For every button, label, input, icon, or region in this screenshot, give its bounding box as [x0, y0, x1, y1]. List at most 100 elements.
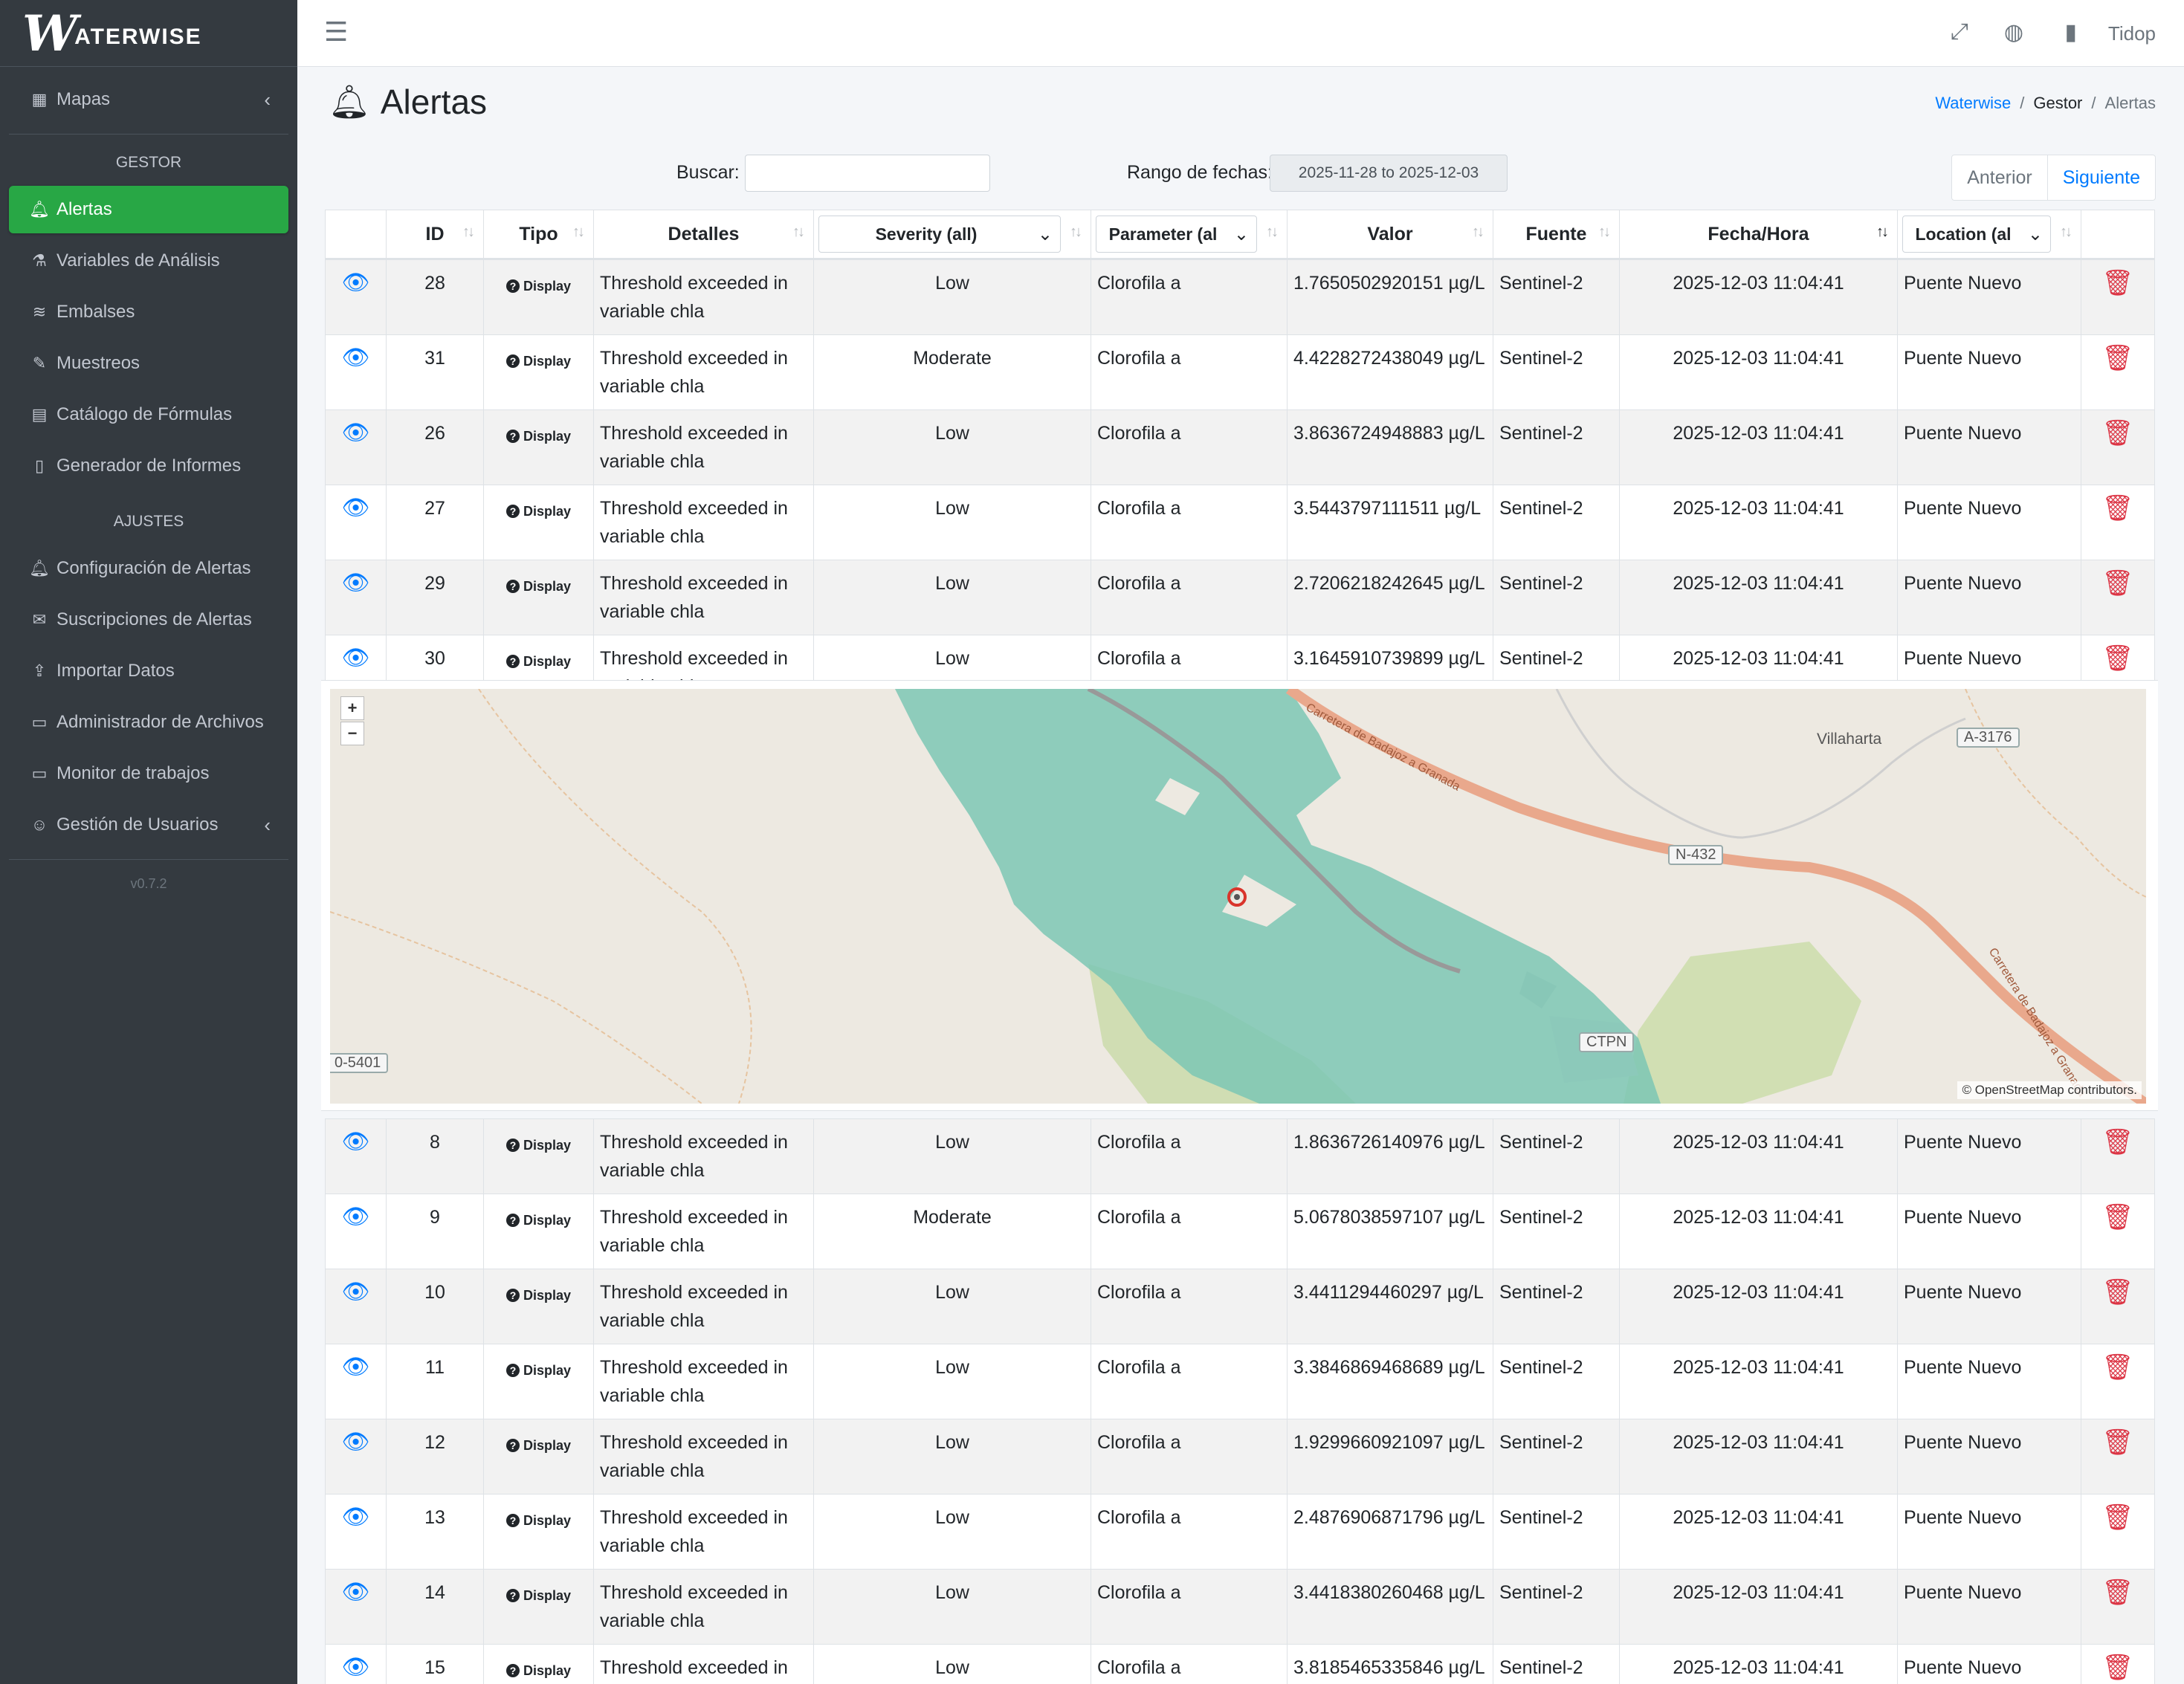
sidebar-item-suscripciones[interactable]: ✉ Suscripciones de Alertas — [9, 596, 288, 644]
section-header-gestor: GESTOR — [115, 154, 182, 171]
display-badge[interactable]: ? Display — [505, 572, 571, 600]
trash-icon[interactable]: 🗑︎ — [2101, 569, 2133, 598]
cell-valor: 1.8636726140976 µg/L — [1287, 1118, 1493, 1194]
sidebar-item-label: Suscripciones de Alertas — [56, 609, 252, 629]
zoom-in-button[interactable]: + — [340, 696, 364, 720]
sort-icon[interactable]: ↑↓ — [2060, 218, 2072, 246]
cell-parameter: Clorofila a — [1091, 1118, 1288, 1194]
trash-icon[interactable]: 🗑︎ — [2101, 1578, 2133, 1607]
sidebar-item-muestreos[interactable]: ✎ Muestreos — [9, 340, 288, 387]
eye-icon[interactable]: 👁︎ — [341, 496, 369, 520]
col-header-valor[interactable]: Valor ↑↓ — [1287, 210, 1493, 260]
display-badge[interactable]: ? Display — [505, 347, 571, 375]
cell-tipo: ? Display — [483, 334, 594, 410]
eye-icon[interactable]: 👁︎ — [341, 1505, 369, 1529]
sort-icon[interactable]: ↑↓ — [1266, 218, 1279, 246]
parameter-filter-select[interactable]: Parameter (al ⌄ — [1096, 216, 1257, 253]
eye-icon[interactable]: 👁︎ — [341, 1655, 369, 1680]
cell-severity: Low — [813, 1569, 1091, 1645]
sidebar-item-config-alertas[interactable]: 🔔︎ Configuración de Alertas — [9, 545, 288, 592]
trash-icon[interactable]: 🗑︎ — [2101, 644, 2133, 673]
trash-icon[interactable]: 🗑︎ — [2101, 419, 2133, 447]
book-icon[interactable]: ▮ — [2064, 19, 2077, 45]
row-view-cell: 👁︎ — [325, 1644, 387, 1684]
trash-icon[interactable]: 🗑︎ — [2101, 1203, 2133, 1231]
globe-icon[interactable]: ◍ — [2004, 19, 2023, 45]
cell-location: Puente Nuevo — [1897, 485, 2081, 560]
sidebar-item-importar[interactable]: ⇪ Importar Datos — [9, 647, 288, 695]
display-badge[interactable]: ? Display — [505, 272, 571, 300]
trash-icon[interactable]: 🗑︎ — [2101, 1128, 2133, 1156]
next-page-button[interactable]: Siguiente — [2048, 155, 2155, 200]
eye-icon[interactable]: 👁︎ — [341, 1580, 369, 1604]
location-filter-select[interactable]: Location (al ⌄ — [1902, 216, 2051, 253]
trash-icon[interactable]: 🗑︎ — [2101, 1428, 2133, 1457]
sidebar-item-alertas[interactable]: 🔔︎ Alertas — [9, 186, 288, 233]
display-badge[interactable]: ? Display — [505, 1356, 571, 1385]
trash-icon[interactable]: 🗑︎ — [2101, 1278, 2133, 1306]
trash-icon[interactable]: 🗑︎ — [2101, 1353, 2133, 1382]
water-icon: ≋ — [32, 302, 47, 321]
bell-icon: 🔔︎ — [29, 559, 50, 577]
display-badge[interactable]: ? Display — [505, 1581, 571, 1610]
display-badge[interactable]: ? Display — [505, 497, 571, 525]
col-header-severity: Severity (all) ⌄ ↑↓ — [813, 210, 1091, 260]
hamburger-menu-icon[interactable]: ☰ — [324, 16, 348, 48]
eye-icon[interactable]: 👁︎ — [341, 1355, 369, 1379]
col-header-tipo[interactable]: Tipo ↑↓ — [483, 210, 594, 260]
trash-icon[interactable]: 🗑︎ — [2101, 494, 2133, 522]
display-badge[interactable]: ? Display — [505, 1206, 571, 1234]
row-delete-cell: 🗑︎ — [2081, 1644, 2155, 1684]
col-header-id[interactable]: ID ↑↓ — [386, 210, 484, 260]
eye-icon[interactable]: 👁︎ — [341, 346, 369, 370]
zoom-out-button[interactable]: − — [340, 722, 364, 745]
sidebar-item-formulas[interactable]: ▤ Catálogo de Fórmulas — [9, 391, 288, 438]
col-header-detalles[interactable]: Detalles ↑↓ — [593, 210, 814, 260]
eye-icon[interactable]: 👁︎ — [341, 1205, 369, 1229]
sidebar-item-monitor[interactable]: ▭ Monitor de trabajos — [9, 750, 288, 797]
cell-detalles: Threshold exceeded in variable chla — [593, 1194, 814, 1269]
display-badge[interactable]: ? Display — [505, 1131, 571, 1159]
upload-icon: ⇪ — [32, 661, 47, 680]
display-badge[interactable]: ? Display — [505, 1281, 571, 1309]
sidebar-item-usuarios[interactable]: ☺ Gestión de Usuarios ‹ — [9, 801, 288, 849]
eye-icon[interactable]: 👁︎ — [341, 271, 369, 295]
col-header-fecha[interactable]: Fecha/Hora ↑↓ — [1619, 210, 1898, 260]
trash-icon[interactable]: 🗑︎ — [2101, 344, 2133, 372]
display-badge[interactable]: ? Display — [505, 1506, 571, 1535]
sidebar-item-variables[interactable]: ⚗ Variables de Análisis — [9, 237, 288, 285]
previous-page-button[interactable]: Anterior — [1952, 155, 2048, 200]
eye-icon[interactable]: 👁︎ — [341, 646, 369, 670]
alert-map[interactable]: + − Villaharta A-3176 N-432 CTPN 0-5401 … — [330, 689, 2146, 1104]
col-header-fuente[interactable]: Fuente ↑↓ — [1493, 210, 1620, 260]
sidebar-item-embalses[interactable]: ≋ Embalses — [9, 288, 288, 336]
display-badge[interactable]: ? Display — [505, 422, 571, 450]
row-delete-cell: 🗑︎ — [2081, 1419, 2155, 1494]
eye-icon[interactable]: 👁︎ — [341, 1130, 369, 1154]
sidebar-item-label: Monitor de trabajos — [56, 763, 210, 783]
display-badge[interactable]: ? Display — [505, 1657, 571, 1684]
trash-icon[interactable]: 🗑︎ — [2101, 1654, 2133, 1682]
sort-icon[interactable]: ↑↓ — [1070, 218, 1082, 246]
eye-icon[interactable]: 👁︎ — [341, 421, 369, 445]
sidebar-item-mapas[interactable]: ▦ Mapas ‹ — [9, 76, 288, 123]
display-badge[interactable]: ? Display — [505, 1431, 571, 1460]
map-attribution[interactable]: © OpenStreetMap contributors. — [1957, 1081, 2142, 1099]
severity-filter-select[interactable]: Severity (all) ⌄ — [818, 216, 1061, 253]
eye-icon[interactable]: 👁︎ — [341, 571, 369, 595]
user-menu[interactable]: Tidop — [2108, 22, 2156, 45]
brand-logo[interactable]: W ATERWISE — [0, 0, 297, 67]
row-delete-cell: 🗑︎ — [2081, 334, 2155, 410]
trash-icon[interactable]: 🗑︎ — [2101, 1503, 2133, 1532]
cell-severity: Low — [813, 1118, 1091, 1194]
date-range-input[interactable]: 2025-11-28 to 2025-12-03 — [1270, 155, 1508, 192]
eye-icon[interactable]: 👁︎ — [341, 1280, 369, 1304]
display-badge[interactable]: ? Display — [505, 647, 571, 676]
trash-icon[interactable]: 🗑︎ — [2101, 269, 2133, 297]
sidebar-item-informes[interactable]: ▯ Generador de Informes — [9, 442, 288, 490]
sidebar-item-archivos[interactable]: ▭ Administrador de Archivos — [9, 699, 288, 746]
fullscreen-icon[interactable]: ⤢ — [1951, 19, 1968, 45]
breadcrumb-link-home[interactable]: Waterwise — [1935, 94, 2011, 112]
eye-icon[interactable]: 👁︎ — [341, 1430, 369, 1454]
search-input[interactable] — [745, 155, 990, 192]
